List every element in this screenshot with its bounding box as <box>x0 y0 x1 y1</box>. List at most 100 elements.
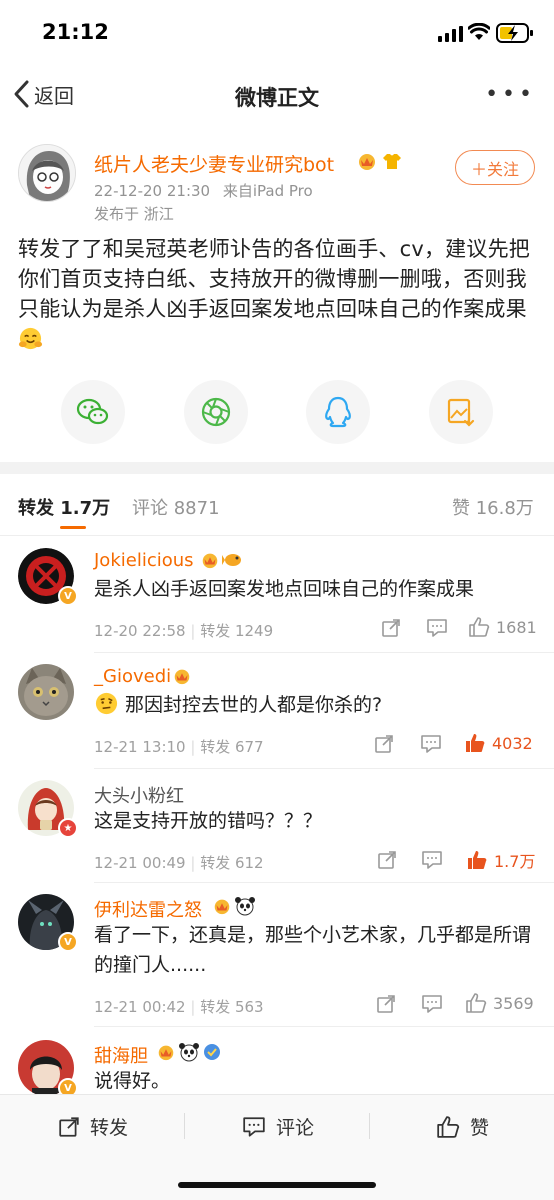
interaction-tabs: 转发 1.7万 评论 8871 赞 16.8万 <box>0 474 554 536</box>
repost-icon <box>59 1116 79 1137</box>
post-text: 转发了了和吴冠英老师讣告的各位画手、cv，建议先把你们首页支持白纸、支持放开的微… <box>18 237 530 321</box>
page-title: 微博正文 <box>235 86 319 110</box>
thumbs-up-filled-icon <box>466 734 485 752</box>
commenter-avatar[interactable] <box>18 664 74 720</box>
share-qq-button[interactable] <box>306 380 370 444</box>
commenter-name[interactable]: Jokielicious <box>94 550 194 571</box>
comment-divider <box>94 1026 554 1027</box>
post-source: 来自iPad Pro <box>222 182 313 200</box>
signal-icon <box>438 26 463 42</box>
anime-girl-avatar-icon <box>19 145 75 201</box>
verified-badge: V <box>58 586 78 606</box>
post-meta: 22-12-20 21:30 来自iPad Pro <box>94 180 313 201</box>
section-divider <box>0 462 554 474</box>
tab-comments[interactable]: 评论 8871 <box>132 494 220 520</box>
post-time: 22-12-20 21:30 <box>94 182 211 200</box>
comment-divider <box>94 768 554 769</box>
crown-badge-icon <box>202 553 218 569</box>
share-moments-button[interactable] <box>184 380 248 444</box>
comment-repost-count: 转发 677 <box>200 738 264 756</box>
crown-badge-icon <box>174 669 190 685</box>
thumbs-up-icon <box>466 993 487 1013</box>
comment-like-count: 1681 <box>496 617 537 637</box>
comment-icon[interactable] <box>421 994 443 1014</box>
comment-like-button[interactable]: 4032 <box>464 732 533 754</box>
comment-like-count: 1.7万 <box>494 852 536 871</box>
comment-like-button[interactable]: 1.7万 <box>466 848 535 872</box>
thumbs-up-filled-icon <box>468 851 487 869</box>
repost-icon[interactable] <box>374 734 394 754</box>
comment-repost-count: 转发 1249 <box>200 622 274 640</box>
like-label: 赞 <box>470 1117 490 1139</box>
commenter-name[interactable]: _Giovedi <box>94 666 171 687</box>
nav-bar: 返回 微博正文 ••• <box>0 64 554 128</box>
comment-like-count: 4032 <box>492 733 533 753</box>
commenter-name[interactable]: 大头小粉红 <box>94 782 184 808</box>
crown-badge-icon <box>214 899 230 915</box>
repost-button[interactable]: 转发 <box>58 1113 128 1140</box>
comment-icon[interactable] <box>426 618 448 638</box>
panda-badge-icon <box>179 1043 199 1062</box>
status-bar: 21:12 <box>0 0 554 64</box>
follow-button[interactable]: ＋关注 <box>455 150 535 185</box>
comment-text: 那因封控去世的人都是你杀的? <box>125 694 383 716</box>
save-image-button[interactable] <box>429 380 493 444</box>
repost-icon[interactable] <box>377 850 397 870</box>
comment-icon[interactable] <box>421 850 443 870</box>
qq-icon <box>325 396 351 428</box>
comment-repost-count: 转发 612 <box>200 854 264 872</box>
comment-meta: 12-21 00:49 | 转发 612 <box>94 854 264 872</box>
commenter-name[interactable]: 伊利达雷之怒 <box>94 896 202 922</box>
comment-time: 12-21 00:49 <box>94 854 186 872</box>
blue-medal-icon <box>204 1044 220 1060</box>
save-image-icon <box>447 398 475 427</box>
share-wechat-button[interactable] <box>61 380 125 444</box>
comment-like-button[interactable]: 1681 <box>468 616 537 638</box>
wechat-icon <box>76 398 109 425</box>
tab-reposts[interactable]: 转发 1.7万 <box>18 494 110 520</box>
crown-badge-icon <box>158 1045 174 1061</box>
cat-avatar-icon <box>18 664 74 720</box>
moments-icon <box>201 397 231 427</box>
repost-icon[interactable] <box>381 618 401 638</box>
comment-like-button[interactable]: 3569 <box>465 992 534 1014</box>
shirt-badge-icon <box>383 154 401 169</box>
commenter-badges <box>172 666 192 686</box>
comment-body: 那因封控去世的人都是你杀的? <box>94 690 534 720</box>
post-location: 发布于 浙江 <box>94 205 174 223</box>
status-time: 21:12 <box>42 20 109 44</box>
author-avatar[interactable] <box>18 144 76 202</box>
comment-icon[interactable] <box>420 734 442 754</box>
tab-likes[interactable]: 赞 16.8万 <box>452 494 534 520</box>
comment-repost-count: 转发 563 <box>200 998 264 1016</box>
tab-active-indicator <box>60 526 86 529</box>
comment-time: 12-21 13:10 <box>94 738 186 756</box>
comment-like-count: 3569 <box>493 993 534 1013</box>
comment-text: 这是支持开放的错吗？？？ <box>94 810 323 832</box>
comment-time: 12-21 00:42 <box>94 998 186 1016</box>
comment-divider <box>94 882 554 883</box>
comment-button[interactable]: 评论 <box>242 1113 314 1140</box>
more-options-button[interactable]: ••• <box>485 82 536 107</box>
post-author-name[interactable]: 纸片人老夫少妻专业研究bot <box>94 150 334 177</box>
like-button[interactable]: 赞 <box>436 1113 489 1140</box>
thumbs-up-icon <box>437 1115 460 1138</box>
share-row <box>0 380 554 446</box>
author-badges <box>356 151 403 171</box>
comment-meta: 12-21 13:10 | 转发 677 <box>94 738 264 756</box>
bottom-bar-separator <box>184 1113 185 1139</box>
crown-badge-icon <box>359 154 375 170</box>
weibo-post-page: 21:12 返回 微博正文 ••• 纸片人老夫少妻专业研究bot 22-12-2… <box>0 0 554 1200</box>
panda-badge-icon <box>235 897 255 916</box>
fish-badge-icon <box>222 554 241 566</box>
comment-meta: 12-21 00:42 | 转发 563 <box>94 998 264 1016</box>
thinking-emoji-icon <box>95 692 118 715</box>
commenter-name[interactable]: 甜海胆 <box>94 1042 148 1068</box>
bottom-bar-separator <box>369 1113 370 1139</box>
commenter-badges <box>156 1042 222 1062</box>
wifi-icon <box>468 23 490 40</box>
hug-emoji-icon <box>18 327 43 350</box>
repost-icon[interactable] <box>376 994 396 1014</box>
battery-charging-icon <box>496 23 533 43</box>
commenter-badges <box>212 896 256 916</box>
